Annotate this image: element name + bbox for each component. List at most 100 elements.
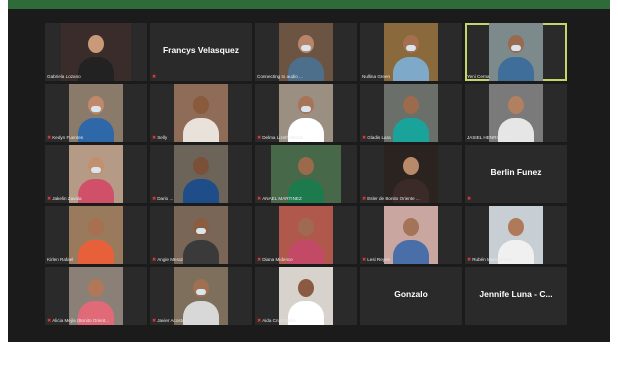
window-title-bar xyxy=(8,0,610,9)
mic-muted-icon: ✖ xyxy=(152,135,157,141)
person-head xyxy=(88,35,104,53)
participant-name-label: ✖ Alicia Mejía (Bonito Orient... xyxy=(47,318,145,324)
participant-name: Diana Midence xyxy=(262,257,293,262)
participant-name: Aida Cruz Colón xyxy=(262,318,296,323)
participant-tile[interactable]: Jennife Luna - C... xyxy=(465,267,567,325)
participant-name-label: ✖ ANAEL MARTINEZ xyxy=(257,196,355,202)
participant-tile[interactable]: JASIEL HENRIQUEZ xyxy=(465,84,567,142)
participant-tile[interactable]: ✖ Delma Lizeth Meraz ... xyxy=(255,84,357,142)
participant-video xyxy=(279,206,333,264)
participant-name: Gladis Lara xyxy=(367,135,391,140)
participant-video xyxy=(271,145,341,203)
participant-name: Esler de Bonito Oriente ... xyxy=(367,196,420,201)
person-head xyxy=(88,279,104,297)
participant-video xyxy=(489,206,543,264)
person-head xyxy=(508,96,524,114)
mic-muted-icon: ✖ xyxy=(362,257,367,263)
mic-muted-icon: ✖ xyxy=(47,318,52,324)
participant-video xyxy=(61,23,131,81)
participant-name: Jakelin Zavala xyxy=(52,196,82,201)
participant-name-label: ✖ Gladis Lara xyxy=(362,135,460,141)
participant-tile[interactable]: Nullina Green xyxy=(360,23,462,81)
participant-name: Yeni Cerna xyxy=(467,74,490,79)
participant-video xyxy=(279,84,333,142)
person-head xyxy=(193,96,209,114)
participant-display-name: Gonzalo xyxy=(394,289,428,299)
participant-video xyxy=(279,267,333,325)
participant-name-label: ✖ xyxy=(152,74,250,80)
participant-video xyxy=(384,145,438,203)
mic-muted-icon: ✖ xyxy=(362,196,367,202)
participant-tile[interactable]: ✖ Kedyn Fuentes xyxy=(45,84,147,142)
person-head xyxy=(88,218,104,236)
mic-muted-icon: ✖ xyxy=(362,135,367,141)
face-mask xyxy=(301,45,311,51)
mic-muted-icon: ✖ xyxy=(152,318,157,324)
participant-tile[interactable]: ✖ Rubén Manzanares xyxy=(465,206,567,264)
person-head xyxy=(298,157,314,175)
participant-name: ANAEL MARTINEZ xyxy=(262,196,302,201)
participant-tile[interactable]: ✖ Angie Meraz xyxy=(150,206,252,264)
participant-name-label: ✖ Rubén Manzanares xyxy=(467,257,565,263)
participant-name-label: Kirlen Rafael xyxy=(47,257,145,263)
participant-video xyxy=(69,206,123,264)
mic-muted-icon: ✖ xyxy=(152,257,157,263)
participant-name: Connecting to audio ... xyxy=(257,74,303,79)
face-mask xyxy=(91,167,101,173)
participant-name: Dario ... xyxy=(157,196,174,201)
participant-tile[interactable]: Kirlen Rafael xyxy=(45,206,147,264)
participant-tile[interactable]: ✖ Javier Acosta xyxy=(150,267,252,325)
participant-name: JASIEL HENRIQUEZ xyxy=(467,135,511,140)
face-mask xyxy=(301,106,311,112)
participant-display-name: Berlin Funez xyxy=(490,167,542,177)
participant-video xyxy=(174,206,228,264)
participant-name-label: ✖ Dario ... xyxy=(152,196,250,202)
participant-tile[interactable]: Yeni Cerna xyxy=(465,23,567,81)
participant-name-label: ✖ Lesi Reyes xyxy=(362,257,460,263)
participant-tile[interactable]: ✖ Alicia Mejía (Bonito Orient... xyxy=(45,267,147,325)
participant-tile[interactable]: Francys Velasquez ✖ xyxy=(150,23,252,81)
participant-tile[interactable]: ✖ Lesi Reyes xyxy=(360,206,462,264)
mic-muted-icon: ✖ xyxy=(47,135,52,141)
person-head xyxy=(508,218,524,236)
participant-name: Angie Meraz xyxy=(157,257,183,262)
participant-tile[interactable]: ✖ Dario ... xyxy=(150,145,252,203)
participant-name-label: ✖ Delma Lizeth Meraz ... xyxy=(257,135,355,141)
participant-name: Rubén Manzanares xyxy=(472,257,513,262)
participant-video xyxy=(174,145,228,203)
participant-name-label: ✖ Jakelin Zavala xyxy=(47,196,145,202)
participant-name: Kedyn Fuentes xyxy=(52,135,84,140)
person-head xyxy=(193,157,209,175)
participant-grid: Gabriela Lozano Francys Velasquez ✖ Connect… xyxy=(45,23,567,386)
participant-tile[interactable]: Gabriela Lozano xyxy=(45,23,147,81)
person-head xyxy=(403,218,419,236)
participant-video xyxy=(69,84,123,142)
participant-name: Kirlen Rafael xyxy=(47,257,74,262)
face-mask xyxy=(511,45,521,51)
participant-name: Selly xyxy=(157,135,168,140)
participant-tile[interactable]: Berlin Funez ✖ xyxy=(465,145,567,203)
participant-name: Javier Acosta xyxy=(157,318,185,323)
participant-video xyxy=(489,84,543,142)
participant-name-label: ✖ Aida Cruz Colón xyxy=(257,318,355,324)
mic-muted-icon: ✖ xyxy=(467,196,472,202)
participant-tile[interactable]: ✖ Aida Cruz Colón xyxy=(255,267,357,325)
face-mask xyxy=(196,228,206,234)
person-head xyxy=(298,218,314,236)
participant-tile[interactable]: ✖ ANAEL MARTINEZ xyxy=(255,145,357,203)
participant-tile[interactable]: ✖ Jakelin Zavala xyxy=(45,145,147,203)
participant-name-label: Gabriela Lozano xyxy=(47,74,145,80)
mic-muted-icon: ✖ xyxy=(47,196,52,202)
participant-tile[interactable]: ✖ Diana Midence xyxy=(255,206,357,264)
participant-tile[interactable]: ✖ Esler de Bonito Oriente ... xyxy=(360,145,462,203)
participant-video xyxy=(384,206,438,264)
participant-tile[interactable]: ✖ Gladis Lara xyxy=(360,84,462,142)
mic-muted-icon: ✖ xyxy=(467,257,472,263)
participant-name-label: JASIEL HENRIQUEZ xyxy=(467,135,565,141)
participant-display-name: Francys Velasquez xyxy=(162,45,240,55)
participant-video xyxy=(384,84,438,142)
participant-tile[interactable]: ✖ Selly xyxy=(150,84,252,142)
participant-video xyxy=(174,84,228,142)
participant-tile[interactable]: Gonzalo xyxy=(360,267,462,325)
participant-tile[interactable]: Connecting to audio ... xyxy=(255,23,357,81)
